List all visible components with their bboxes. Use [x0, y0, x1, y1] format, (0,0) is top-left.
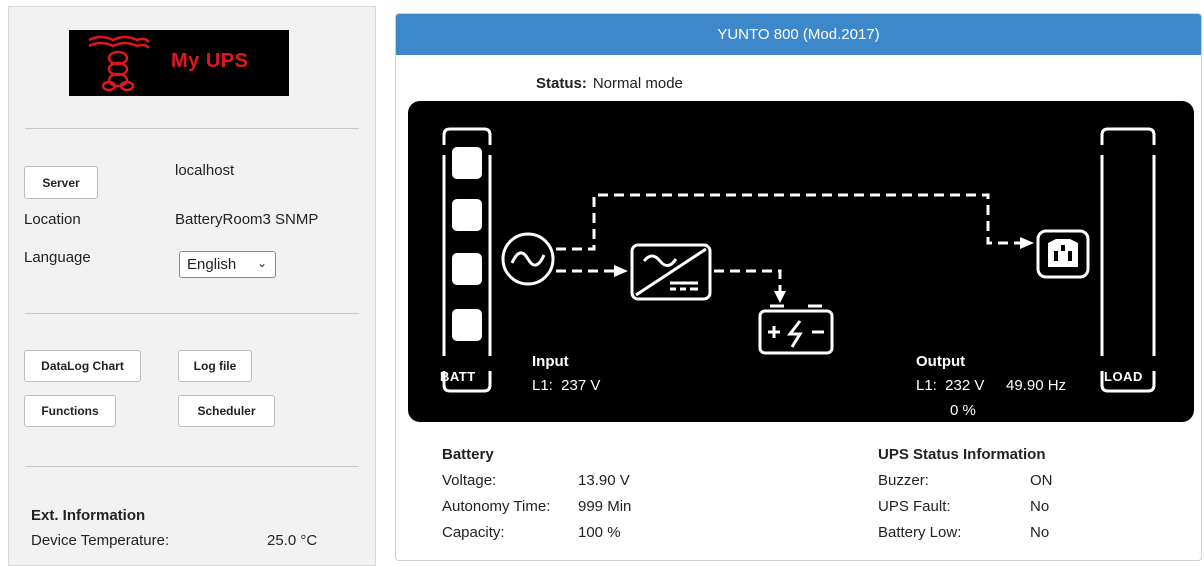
- logo: My UPS: [69, 30, 289, 96]
- battery-cells: [452, 147, 482, 341]
- divider: [25, 313, 359, 314]
- autonomy-value: 999 Min: [578, 498, 632, 515]
- autonomy-label: Autonomy Time:: [442, 498, 551, 515]
- sidebar: My UPS Server localhost Location Battery…: [8, 6, 376, 566]
- datalog-chart-button[interactable]: DataLog Chart: [24, 350, 141, 382]
- capacity-value: 100 %: [578, 524, 621, 541]
- server-value: localhost: [175, 162, 235, 179]
- device-temp-label: Device Temperature:: [31, 532, 170, 549]
- language-label: Language: [24, 249, 91, 266]
- battery-low-value: No: [1030, 524, 1050, 541]
- arrow-down-icon: [774, 291, 786, 303]
- chevron-down-icon: ⌄: [256, 256, 267, 270]
- panel-title: YUNTO 800 (Mod.2017): [396, 14, 1201, 55]
- battery-charge-icon: [758, 304, 834, 355]
- status-label: Status:: [536, 75, 587, 92]
- ups-fault-value: No: [1030, 498, 1050, 515]
- arrow-right-icon: [614, 265, 628, 277]
- output-l1: L1: 232 V: [916, 377, 985, 394]
- status-value: Normal mode: [592, 75, 683, 92]
- buzzer-label: Buzzer:: [878, 472, 929, 489]
- divider: [25, 128, 359, 129]
- arrow-right-icon: [1020, 237, 1034, 249]
- scheduler-button[interactable]: Scheduler: [178, 395, 275, 427]
- device-temp-value: 25.0 °C: [267, 532, 318, 549]
- diagram-graphics: [442, 127, 1156, 393]
- batt-label: BATT: [440, 369, 476, 384]
- divider: [25, 466, 359, 467]
- battery-low-label: Battery Low:: [878, 524, 962, 541]
- location-value: BatteryRoom3 SNMP: [175, 211, 319, 228]
- ups-status-title: UPS Status Information: [878, 446, 1046, 463]
- battery-title: Battery: [442, 446, 494, 463]
- voltage-value: 13.90 V: [578, 472, 630, 489]
- output-load: 0 %: [950, 402, 976, 419]
- ups-fault-label: UPS Fault:: [878, 498, 951, 515]
- ext-info-title: Ext. Information: [31, 507, 146, 524]
- input-l1: L1: 237 V: [532, 377, 601, 394]
- ups-panel: YUNTO 800 (Mod.2017) Status: Normal mode: [395, 13, 1202, 561]
- ac-input-icon: [501, 232, 555, 286]
- server-button[interactable]: Server: [24, 166, 98, 199]
- inverter-icon: [630, 243, 712, 301]
- input-title: Input: [532, 353, 569, 370]
- logo-text: My UPS: [171, 50, 249, 72]
- location-label: Location: [24, 211, 81, 228]
- power-socket-icon: [1036, 229, 1090, 279]
- buzzer-value: ON: [1030, 472, 1053, 489]
- language-selected: English: [187, 256, 237, 273]
- bypass-line: [556, 193, 1022, 291]
- load-label: LOAD: [1104, 369, 1143, 384]
- voltage-label: Voltage:: [442, 472, 497, 489]
- functions-button[interactable]: Functions: [24, 395, 116, 427]
- logo-mark-icon: [88, 35, 150, 92]
- language-select[interactable]: English ⌄: [179, 251, 276, 278]
- ups-diagram: BATT LOAD Input L1: 237 V Output L1: 232…: [408, 101, 1194, 422]
- output-title: Output: [916, 353, 966, 370]
- output-frequency: 49.90 Hz: [1006, 377, 1067, 394]
- capacity-label: Capacity:: [442, 524, 505, 541]
- log-file-button[interactable]: Log file: [178, 350, 252, 382]
- load-bar-icon: [1100, 127, 1156, 393]
- status-row: Status: Normal mode: [536, 75, 683, 92]
